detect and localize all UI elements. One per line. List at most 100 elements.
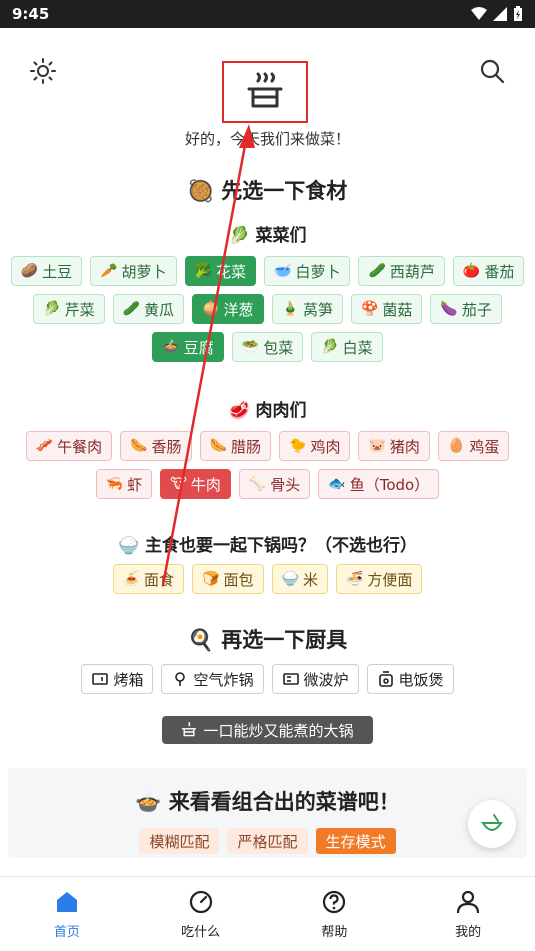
- chip-emoji-icon: 🥬: [321, 339, 339, 355]
- recipes-panel: 🍲 来看看组合出的菜谱吧！ 模糊匹配 严格匹配 生存模式: [8, 768, 527, 858]
- vegetable-chip[interactable]: 🥬 芹菜: [33, 294, 105, 324]
- cook-fab-button[interactable]: [468, 800, 516, 848]
- tagline: 好的，今天我们来做菜！: [184, 130, 350, 148]
- chip-label: 豆腐: [183, 338, 214, 357]
- chip-emoji-icon: 🥦: [194, 263, 212, 279]
- chip-emoji-icon: 🎍: [281, 301, 299, 317]
- chip-emoji-icon: 🧅: [202, 301, 220, 317]
- vegetable-chip[interactable]: 🍅 番茄: [452, 256, 525, 286]
- rice-icon: 🍚: [117, 536, 140, 556]
- meat-chip[interactable]: 🐷 猪肉: [358, 431, 430, 461]
- chip-label: 包菜: [263, 338, 294, 357]
- pot-logo[interactable]: [222, 61, 308, 123]
- tool-chip[interactable]: 烤箱: [81, 664, 154, 694]
- chip-label: 白萝卜: [295, 262, 341, 281]
- chip-label: 黄瓜: [144, 300, 175, 319]
- staple-chip[interactable]: 🍜 方便面: [335, 564, 423, 594]
- dish-icon: 🍲: [135, 790, 162, 814]
- meat-chip[interactable]: 🐮 牛肉: [160, 469, 231, 499]
- meat-chip[interactable]: 🐟 鱼（Todo）: [318, 469, 440, 499]
- chip-emoji-icon: 🦴: [248, 476, 267, 492]
- chip-emoji-icon: 🍜: [345, 571, 364, 587]
- status-bar: 9:45: [0, 0, 535, 28]
- vegetable-row: 🥔 土豆 🥕 胡萝卜 🥦 花菜 🥣 白萝卜 🥒 西葫芦 🍅 番茄: [0, 256, 535, 286]
- vegetable-chip[interactable]: 🥒 西葫芦: [358, 256, 445, 286]
- tool-chip[interactable]: 微波炉: [271, 664, 359, 694]
- chip-label: 菌菇: [382, 300, 413, 319]
- vegetable-chip[interactable]: 🥗 包菜: [231, 332, 304, 362]
- mode-tab[interactable]: 模糊匹配: [139, 828, 220, 854]
- nav-item[interactable]: 吃什么: [134, 877, 268, 951]
- chip-label: 猪肉: [389, 437, 420, 456]
- vegetable-chip[interactable]: 🎍 莴笋: [271, 294, 343, 324]
- staple-chip[interactable]: 🍚 米: [271, 564, 328, 594]
- vegetable-chip[interactable]: 🥬 白菜: [311, 332, 383, 362]
- vegetable-chip[interactable]: 🥦 花菜: [184, 256, 256, 286]
- mode-tab[interactable]: 生存模式: [315, 828, 396, 854]
- chip-emoji-icon: 🥗: [241, 339, 260, 355]
- chip-emoji-icon: 🐷: [368, 438, 386, 454]
- battery-icon: [514, 6, 522, 21]
- chip-emoji-icon: 🥚: [447, 438, 466, 454]
- chip-emoji-icon: 🌭: [209, 438, 227, 454]
- chip-label: 鸡肉: [310, 437, 341, 456]
- meat-chip[interactable]: 🌭 腊肠: [199, 431, 271, 461]
- meat-chip[interactable]: 🥓 午餐肉: [25, 431, 113, 461]
- chip-label: 香肠: [151, 437, 182, 456]
- staple-chip[interactable]: 🍞 面包: [192, 564, 264, 594]
- staple-chip[interactable]: 🍝 面食: [112, 564, 185, 594]
- tools-title: 🍳 再选一下厨具: [187, 628, 348, 652]
- mode-tab[interactable]: 严格匹配: [227, 828, 308, 854]
- chip-label: 土豆: [42, 262, 73, 281]
- compass-icon: [189, 890, 212, 913]
- search-button[interactable]: [479, 58, 505, 88]
- meat-chip[interactable]: 🥚 鸡蛋: [437, 431, 510, 461]
- nav-item[interactable]: 我的: [401, 877, 535, 951]
- meat-chip[interactable]: 🐤 鸡肉: [279, 431, 351, 461]
- vegetable-row: 🍲 豆腐 🥗 包菜 🥬 白菜: [0, 332, 535, 362]
- chip-emoji-icon: 🥬: [43, 301, 61, 317]
- home-icon: [56, 891, 77, 912]
- vegetable-row: 🥬 芹菜 🥒 黄瓜 🧅 洋葱 🎍 莴笋 🍄 菌菇 🍆 茄子: [0, 294, 535, 324]
- meat-icon: 🥩: [228, 401, 250, 421]
- chip-emoji-icon: 🍅: [462, 263, 481, 279]
- vegetables-title: 🥬 菜菜们: [228, 226, 307, 246]
- search-icon: [480, 59, 505, 84]
- salad-icon: 🥬: [228, 226, 250, 246]
- chip-label: 虾: [127, 475, 143, 494]
- chip-emoji-icon: 🍞: [202, 571, 220, 587]
- chip-emoji-icon: 🥔: [20, 263, 39, 279]
- tool-chip[interactable]: 电饭煲: [366, 664, 454, 694]
- vegetable-chip[interactable]: 🥕 胡萝卜: [90, 256, 177, 286]
- match-modes: 模糊匹配 严格匹配 生存模式: [8, 828, 527, 854]
- vegetable-chip[interactable]: 🥔 土豆: [10, 256, 83, 286]
- ingredients-title: 🥘 先选一下食材: [187, 179, 348, 203]
- vegetable-chip[interactable]: 🍲 豆腐: [152, 332, 224, 362]
- nav-item[interactable]: 帮助: [268, 877, 402, 951]
- top-bar: 好的，今天我们来做菜！: [0, 28, 535, 148]
- chip-label: 鸡蛋: [469, 437, 500, 456]
- recipes-title: 🍲 来看看组合出的菜谱吧！: [135, 790, 400, 814]
- vegetable-chip[interactable]: 🧅 洋葱: [192, 294, 264, 324]
- vegetable-chip[interactable]: 🥒 黄瓜: [112, 294, 185, 324]
- chip-label: 番茄: [484, 262, 515, 281]
- meat-chip[interactable]: 🦴 骨头: [238, 469, 311, 499]
- pan-icon: 🍳: [187, 628, 214, 652]
- chip-emoji-icon: 🌭: [130, 438, 148, 454]
- chip-label: 面包: [223, 570, 254, 589]
- chip-label: 方便面: [367, 570, 413, 589]
- chip-emoji-icon: 🍚: [281, 571, 299, 587]
- nav-item[interactable]: 首页: [0, 877, 134, 951]
- chip-label: 牛肉: [190, 475, 221, 494]
- bottom-nav: 首页 吃什么 帮助 我的: [0, 876, 535, 951]
- sun-icon: [30, 58, 56, 84]
- meat-chip[interactable]: 🌭 香肠: [120, 431, 192, 461]
- vegetable-chip[interactable]: 🥣 白萝卜: [264, 256, 351, 286]
- vegetable-chip[interactable]: 🍄 菌菇: [350, 294, 423, 324]
- theme-toggle-button[interactable]: [30, 58, 56, 88]
- chip-label: 骨头: [270, 475, 301, 494]
- tool-chip[interactable]: 空气炸锅: [161, 664, 264, 694]
- chip-label: 午餐肉: [57, 437, 103, 456]
- meat-chip[interactable]: 🦐 虾: [95, 469, 153, 499]
- vegetable-chip[interactable]: 🍆 茄子: [430, 294, 502, 324]
